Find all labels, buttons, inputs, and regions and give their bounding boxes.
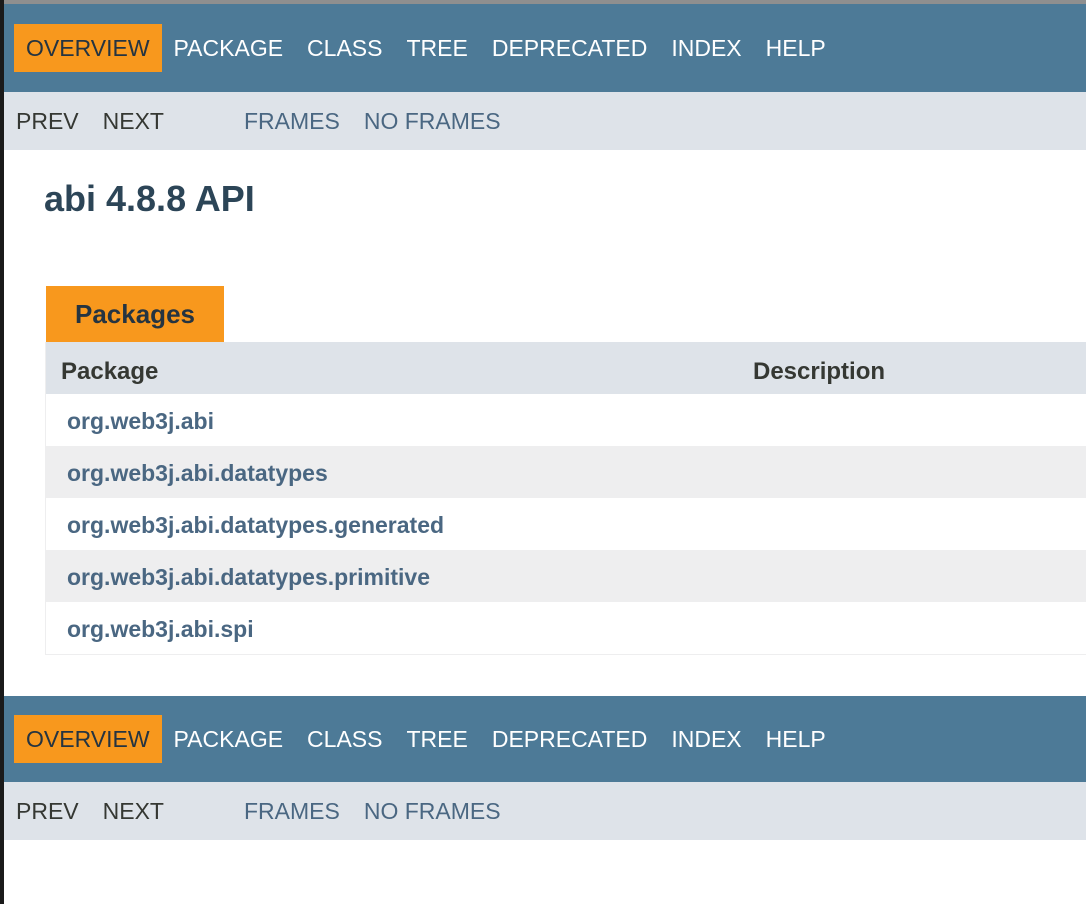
bottom-nav-tree[interactable]: TREE (394, 715, 479, 763)
nav-index[interactable]: INDEX (659, 24, 753, 72)
bottom-frames-link[interactable]: FRAMES (244, 798, 340, 825)
page-title: abi 4.8.8 API (44, 178, 255, 219)
prev-next-group: PREV NEXT (16, 92, 188, 150)
top-sub-nav: PREV NEXT FRAMES NO FRAMES (4, 92, 1086, 150)
table-row: org.web3j.abi.datatypes (46, 446, 1086, 498)
top-nav-list: OVERVIEW PACKAGE CLASS TREE DEPRECATED I… (4, 4, 1086, 92)
nav-deprecated[interactable]: DEPRECATED (480, 24, 660, 72)
top-nav-bar: OVERVIEW PACKAGE CLASS TREE DEPRECATED I… (4, 4, 1086, 92)
table-row: org.web3j.abi.datatypes.primitive (46, 550, 1086, 602)
table-row: org.web3j.abi (46, 394, 1086, 446)
bottom-nav-deprecated[interactable]: DEPRECATED (480, 715, 660, 763)
bottom-nav-package[interactable]: PACKAGE (162, 715, 296, 763)
column-header-description: Description (753, 358, 886, 385)
bottom-frames-group: FRAMES NO FRAMES (244, 782, 525, 840)
bottom-nav-list: OVERVIEW PACKAGE CLASS TREE DEPRECATED I… (4, 696, 1086, 782)
no-frames-link[interactable]: NO FRAMES (364, 108, 501, 135)
packages-caption: Packages (46, 286, 224, 342)
nav-help[interactable]: HELP (754, 24, 838, 72)
nav-tree[interactable]: TREE (394, 24, 479, 72)
bottom-next-link[interactable]: NEXT (103, 798, 164, 825)
bottom-sub-nav: PREV NEXT FRAMES NO FRAMES (4, 782, 1086, 840)
prev-link[interactable]: PREV (16, 108, 79, 135)
nav-overview[interactable]: OVERVIEW (14, 24, 162, 72)
column-header-package: Package (61, 358, 159, 385)
packages-table: Package Description org.web3j.abi org.we… (45, 342, 1086, 655)
package-link[interactable]: org.web3j.abi.spi (67, 616, 254, 643)
bottom-prev-next-group: PREV NEXT (16, 782, 188, 840)
bottom-nav-index[interactable]: INDEX (659, 715, 753, 763)
nav-class[interactable]: CLASS (295, 24, 394, 72)
package-link[interactable]: org.web3j.abi.datatypes.primitive (67, 564, 430, 591)
bottom-nav-overview[interactable]: OVERVIEW (14, 715, 162, 763)
package-link[interactable]: org.web3j.abi.datatypes (67, 460, 328, 487)
bottom-nav-bar: OVERVIEW PACKAGE CLASS TREE DEPRECATED I… (4, 696, 1086, 782)
table-row: org.web3j.abi.datatypes.generated (46, 498, 1086, 550)
frames-group: FRAMES NO FRAMES (244, 92, 525, 150)
package-link[interactable]: org.web3j.abi.datatypes.generated (67, 512, 444, 539)
bottom-no-frames-link[interactable]: NO FRAMES (364, 798, 501, 825)
frames-link[interactable]: FRAMES (244, 108, 340, 135)
bottom-nav-class[interactable]: CLASS (295, 715, 394, 763)
package-link[interactable]: org.web3j.abi (67, 408, 214, 435)
bottom-nav-help[interactable]: HELP (754, 715, 838, 763)
bottom-prev-link[interactable]: PREV (16, 798, 79, 825)
nav-package[interactable]: PACKAGE (162, 24, 296, 72)
table-header-row: Package Description (46, 342, 1086, 394)
table-row: org.web3j.abi.spi (46, 602, 1086, 654)
next-link[interactable]: NEXT (103, 108, 164, 135)
